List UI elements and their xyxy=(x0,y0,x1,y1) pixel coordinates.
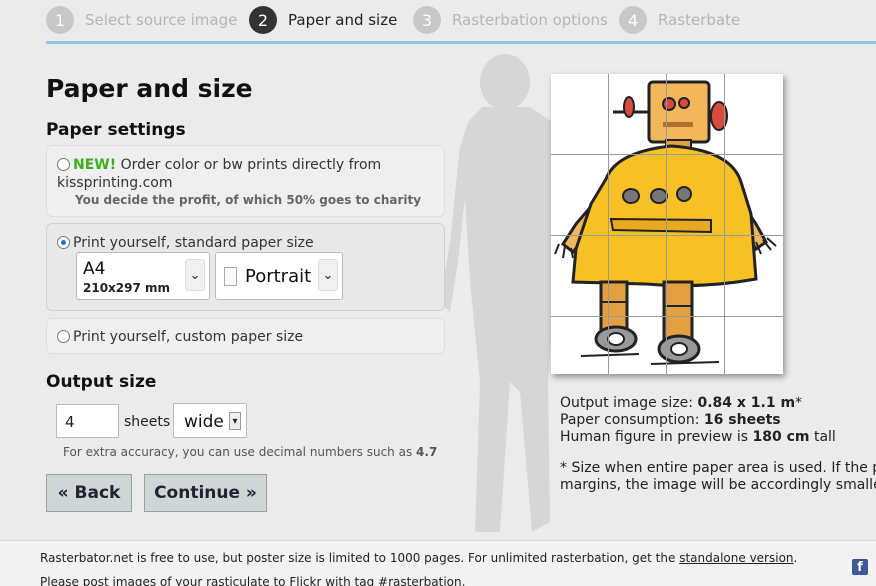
step-rasterbation-options[interactable]: 3 Rasterbation options xyxy=(413,6,608,34)
kissprinting-radio[interactable] xyxy=(57,158,70,171)
chevron-down-icon: ⌄ xyxy=(185,259,205,291)
footer-free-text: Rasterbator.net is free to use, but post… xyxy=(40,551,676,565)
orientation-value: Portrait xyxy=(245,266,312,287)
step-number: 4 xyxy=(619,6,647,34)
chevron-down-icon: ▾ xyxy=(229,412,241,430)
page-title: Paper and size xyxy=(46,74,253,103)
orientation-select[interactable]: Portrait ⌄ xyxy=(215,252,343,300)
step-label: Select source image xyxy=(85,11,238,29)
sheets-label: sheets xyxy=(124,414,171,430)
standalone-version-link[interactable]: standalone version xyxy=(679,551,793,565)
continue-button[interactable]: Continue » xyxy=(144,474,267,512)
custom-paper-text: Print yourself, custom paper size xyxy=(57,328,434,346)
grid-line xyxy=(608,74,609,374)
grid-line xyxy=(551,235,783,236)
direction-value: wide xyxy=(184,412,224,432)
footer-tag-text: with tag xyxy=(325,575,375,586)
footer: Rasterbator.net is free to use, but post… xyxy=(0,540,876,586)
rasterbation-tag: #rasterbation xyxy=(378,575,462,586)
decimal-hint: For extra accuracy, you can use decimal … xyxy=(63,445,437,459)
step-paper-size[interactable]: 2 Paper and size xyxy=(249,6,397,34)
step-label: Rasterbate xyxy=(658,11,741,29)
step-select-source[interactable]: 1 Select source image xyxy=(46,6,237,34)
step-number: 3 xyxy=(413,6,441,34)
kissprinting-subtext: You decide the profit, of which 50% goes… xyxy=(75,193,422,207)
paper-consumption-label: Paper consumption: xyxy=(560,412,700,428)
output-size-heading: Output size xyxy=(46,372,157,392)
robot-image xyxy=(554,80,777,365)
custom-paper-radio[interactable] xyxy=(57,330,70,343)
decimal-hint-text: For extra accuracy, you can use decimal … xyxy=(63,445,413,459)
paper-size-value: A4 xyxy=(83,259,106,279)
paper-consumption-value: 16 sheets xyxy=(703,412,781,428)
human-figure-suffix: tall xyxy=(813,429,836,445)
human-figure-value: 180 cm xyxy=(752,429,810,445)
footer-period: . xyxy=(461,575,466,586)
sheets-input[interactable]: 4 xyxy=(56,404,119,438)
paper-settings-heading: Paper settings xyxy=(46,120,186,140)
grid-line xyxy=(724,74,725,374)
direction-select[interactable]: wide ▾ xyxy=(173,403,247,438)
grid-line xyxy=(551,154,783,155)
footer-period: . xyxy=(793,551,798,565)
chevron-down-icon: ⌄ xyxy=(318,259,338,291)
step-number: 2 xyxy=(249,6,277,34)
size-footnote-line1: * Size when entire paper area is used. I… xyxy=(560,460,876,476)
option-standard-paper[interactable]: Print yourself, standard paper size A4 2… xyxy=(46,223,445,311)
output-size-value: 0.84 x 1.1 m xyxy=(697,395,796,411)
option-custom-paper[interactable]: Print yourself, custom paper size xyxy=(46,318,445,354)
poster-preview xyxy=(551,74,783,374)
output-size-asterisk: * xyxy=(795,395,803,411)
output-size-label: Output image size: xyxy=(560,395,693,411)
back-button[interactable]: « Back xyxy=(46,474,132,512)
grid-line xyxy=(551,316,783,317)
kissprinting-text: NEW! Order color or bw prints directly f… xyxy=(57,156,434,192)
footer-line2: Please post images of your rasticulate t… xyxy=(40,575,465,586)
paper-size-select[interactable]: A4 210x297 mm ⌄ xyxy=(76,252,210,300)
footer-line1: Rasterbator.net is free to use, but post… xyxy=(40,551,797,565)
grid-line xyxy=(666,74,667,374)
footer-post-text: Please post images of your rasticulate t… xyxy=(40,575,286,586)
size-footnote-line2: margins, the image will be accordingly s… xyxy=(560,477,876,493)
steps-bar: 1 Select source image 2 Paper and size 3… xyxy=(46,0,876,44)
step-rasterbate[interactable]: 4 Rasterbate xyxy=(619,6,740,34)
human-figure-prefix: Human figure in preview is xyxy=(560,429,749,445)
facebook-icon[interactable]: f xyxy=(852,559,868,575)
step-label: Paper and size xyxy=(288,11,398,29)
output-image-size: Output image size: 0.84 x 1.1 m* xyxy=(560,395,802,412)
human-figure-note: Human figure in preview is 180 cm tall xyxy=(560,429,836,446)
standard-paper-radio[interactable] xyxy=(57,236,70,249)
custom-paper-label: Print yourself, custom paper size xyxy=(73,329,304,345)
step-number: 1 xyxy=(46,6,74,34)
new-badge: NEW! xyxy=(73,157,117,173)
option-kissprinting[interactable]: NEW! Order color or bw prints directly f… xyxy=(46,145,445,217)
paper-consumption: Paper consumption: 16 sheets xyxy=(560,412,781,429)
standard-paper-text: Print yourself, standard paper size xyxy=(57,234,434,252)
standard-paper-label: Print yourself, standard paper size xyxy=(73,235,314,251)
paper-size-dimensions: 210x297 mm xyxy=(83,281,171,295)
step-label: Rasterbation options xyxy=(452,11,608,29)
portrait-page-icon xyxy=(224,267,237,286)
flickr-link[interactable]: Flickr xyxy=(289,575,321,586)
decimal-hint-value: 4.7 xyxy=(416,445,438,459)
